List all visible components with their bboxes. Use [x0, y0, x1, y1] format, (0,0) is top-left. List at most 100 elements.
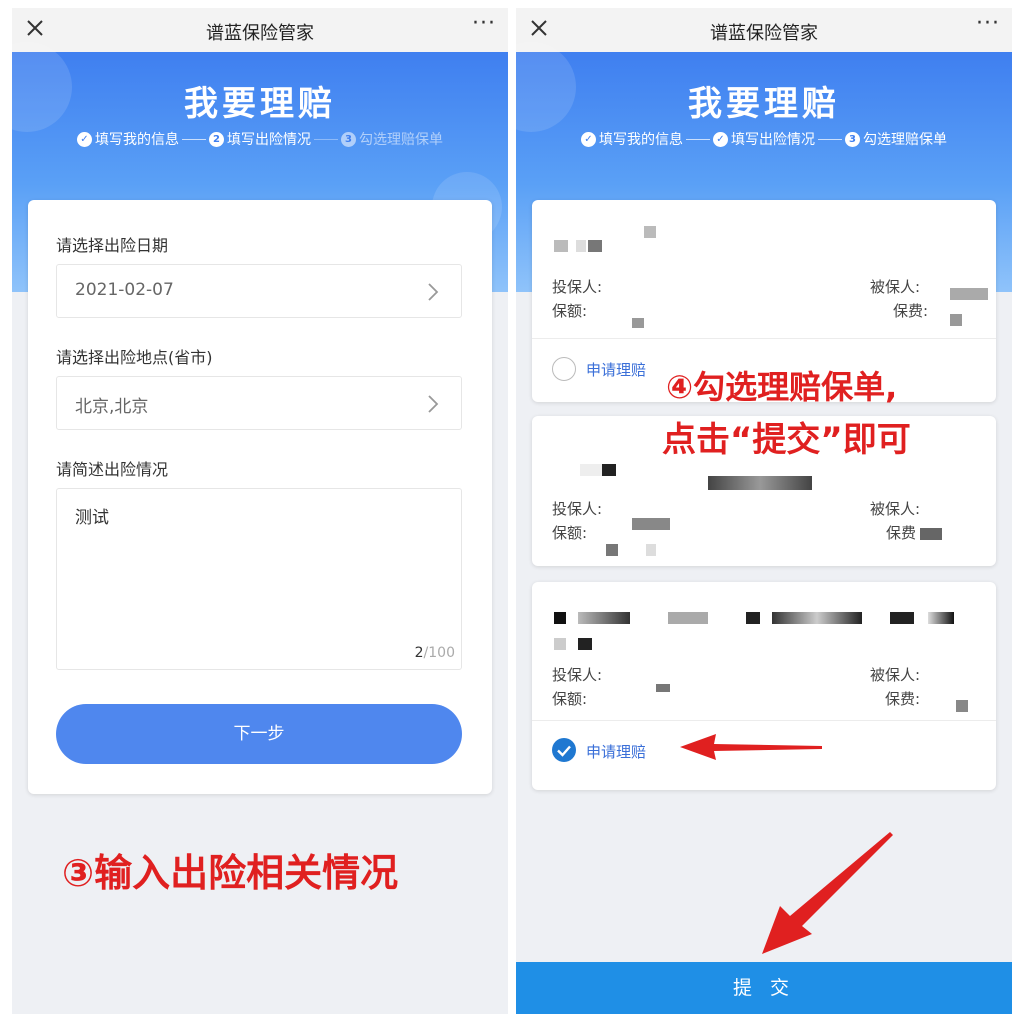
more-icon[interactable]: ··· — [472, 13, 496, 35]
redacted-text — [576, 240, 586, 252]
redacted-text — [644, 226, 656, 238]
redacted-text — [554, 612, 566, 624]
redacted-text — [928, 612, 954, 624]
claim-form-card: 请选择出险日期 2021-02-07 请选择出险地点(省市) 北京,北京 请简述… — [28, 200, 492, 794]
left-screen: 谱蓝保险管家 ··· 我要理赔 ✓ 填写我的信息 2 填写出险情况 3 勾选理赔… — [12, 8, 508, 1014]
step-number-icon: 3 — [845, 131, 860, 147]
step-label: 填写出险情况 — [227, 132, 311, 148]
redacted-text — [708, 476, 812, 490]
redacted-text — [632, 318, 644, 328]
step-3: 3 勾选理赔保单 — [341, 129, 443, 149]
redacted-text — [602, 464, 616, 476]
description-label: 请简述出险情况 — [56, 460, 169, 479]
step-connector — [182, 138, 206, 140]
char-count: 2 — [414, 645, 424, 661]
redacted-text — [950, 314, 962, 326]
red-arrow-icon — [680, 734, 822, 760]
step-label: 填写我的信息 — [95, 132, 179, 148]
check-icon: ✓ — [77, 131, 92, 147]
redacted-text — [920, 528, 942, 540]
redacted-text — [554, 638, 566, 650]
redacted-text — [956, 700, 968, 712]
date-label: 请选择出险日期 — [56, 236, 169, 255]
premium-label: 保费 — [885, 524, 916, 542]
select-policy-radio[interactable] — [552, 357, 576, 381]
redacted-text — [772, 612, 862, 624]
titlebar: 谱蓝保险管家 ··· — [12, 8, 508, 52]
insured-label: 被保人: — [869, 278, 920, 296]
apply-claim-label[interactable]: 申请理赔 — [586, 741, 646, 762]
progress-steps: ✓ 填写我的信息 ✓ 填写出险情况 3 勾选理赔保单 — [516, 129, 1012, 149]
redacted-text — [950, 288, 988, 300]
step-label: 填写我的信息 — [599, 132, 683, 148]
redacted-text — [632, 518, 670, 530]
progress-steps: ✓ 填写我的信息 2 填写出险情况 3 勾选理赔保单 — [12, 129, 508, 149]
titlebar: 谱蓝保险管家 ··· — [516, 8, 1012, 52]
step-connector — [818, 138, 842, 140]
step-label: 勾选理赔保单 — [863, 132, 947, 148]
step-1: ✓ 填写我的信息 — [77, 129, 179, 149]
place-picker[interactable]: 北京,北京 — [56, 376, 462, 430]
step-2: 2 填写出险情况 — [209, 129, 311, 149]
char-counter: 2/100 — [415, 645, 455, 661]
select-policy-radio[interactable] — [552, 738, 576, 762]
premium-label: 保费: — [884, 690, 920, 708]
place-label: 请选择出险地点(省市) — [56, 348, 213, 367]
right-screen: 谱蓝保险管家 ··· 我要理赔 ✓ 填写我的信息 ✓ 填写出险情况 3 勾选理赔… — [516, 8, 1012, 1014]
premium-label: 保费: — [892, 302, 928, 320]
redacted-text — [588, 240, 602, 252]
step-label: 填写出险情况 — [731, 132, 815, 148]
redacted-text — [890, 612, 914, 624]
policyholder-label: 投保人: — [552, 278, 603, 296]
step-3: 3 勾选理赔保单 — [845, 129, 947, 149]
amount-label: 保额: — [552, 302, 588, 320]
redacted-text — [578, 612, 630, 624]
annotation-step3: ③输入出险相关情况 — [62, 851, 399, 895]
place-value: 北京,北京 — [75, 397, 149, 417]
description-value: 测试 — [75, 508, 109, 528]
page-title: 我要理赔 — [184, 84, 336, 124]
policyholder-label: 投保人: — [552, 666, 603, 684]
date-value: 2021-02-07 — [75, 280, 174, 300]
more-icon[interactable]: ··· — [976, 13, 1000, 35]
check-icon: ✓ — [713, 131, 728, 147]
chevron-right-icon — [428, 283, 439, 301]
red-arrow-icon — [762, 832, 893, 954]
insured-label: 被保人: — [869, 666, 920, 684]
page-title: 我要理赔 — [688, 84, 840, 124]
divider — [532, 338, 996, 339]
description-textarea[interactable]: 测试 2/100 — [56, 488, 462, 670]
app-title: 谱蓝保险管家 — [206, 23, 314, 44]
submit-button[interactable]: 提 交 — [516, 962, 1012, 1014]
char-max: /100 — [423, 645, 455, 661]
step-1: ✓ 填写我的信息 — [581, 129, 683, 149]
redacted-text — [746, 612, 760, 624]
next-step-button[interactable]: 下一步 — [56, 704, 462, 764]
amount-label: 保额: — [552, 524, 588, 542]
step-number-icon: 2 — [209, 131, 224, 147]
apply-claim-label[interactable]: 申请理赔 — [586, 359, 646, 380]
redacted-text — [668, 612, 708, 624]
step-connector — [686, 138, 710, 140]
step-2: ✓ 填写出险情况 — [713, 129, 815, 149]
date-picker[interactable]: 2021-02-07 — [56, 264, 462, 318]
policyholder-label: 投保人: — [552, 500, 603, 518]
step-connector — [314, 138, 338, 140]
step-number-icon: 3 — [341, 131, 356, 147]
check-icon — [557, 745, 571, 757]
insured-label: 被保人: — [869, 500, 920, 518]
amount-label: 保额: — [552, 690, 588, 708]
redacted-text — [554, 240, 568, 252]
app-title: 谱蓝保险管家 — [710, 23, 818, 44]
check-icon: ✓ — [581, 131, 596, 147]
redacted-text — [580, 464, 602, 476]
chevron-right-icon — [428, 395, 439, 413]
step-label: 勾选理赔保单 — [359, 132, 443, 148]
annotation-step4-line1: ④勾选理赔保单, — [666, 368, 898, 406]
redacted-text — [646, 544, 656, 556]
annotation-step4-line2: 点击“提交”即可 — [662, 420, 911, 460]
divider — [532, 720, 996, 721]
redacted-text — [578, 638, 592, 650]
redacted-text — [606, 544, 618, 556]
redacted-text — [656, 684, 670, 692]
